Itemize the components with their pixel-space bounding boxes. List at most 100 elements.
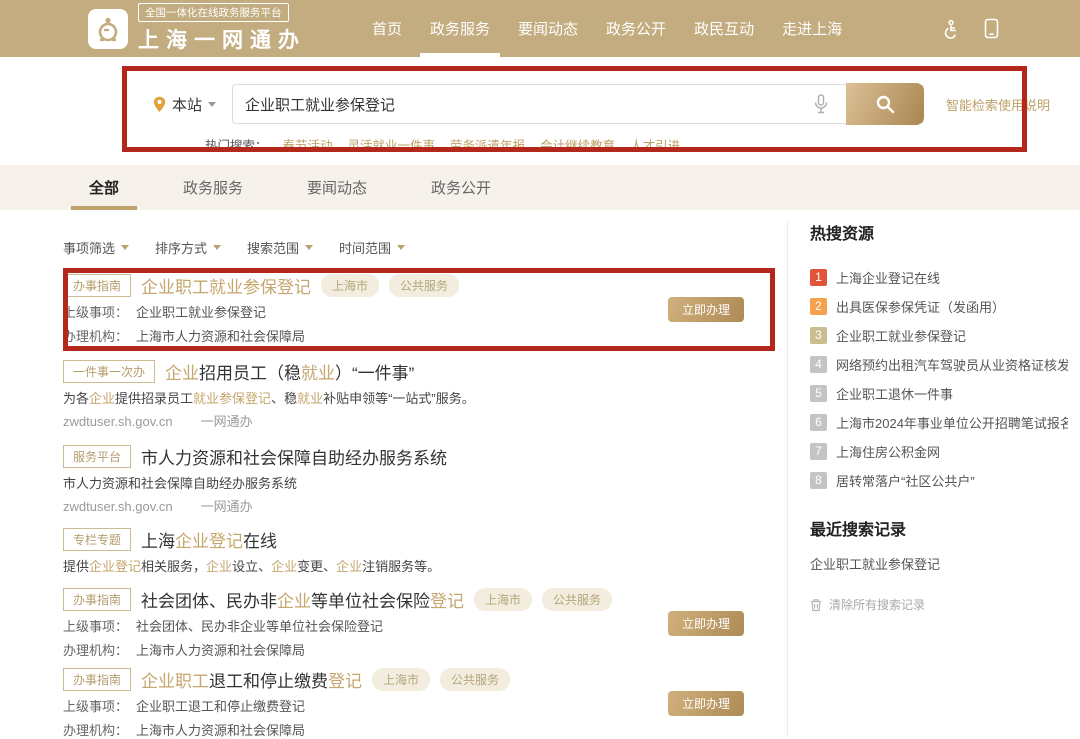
hot-resource-item[interactable]: 7 上海住房公积金网 (810, 437, 1068, 466)
mobile-icon[interactable] (984, 18, 999, 39)
result-type-badge: 办事指南 (63, 588, 131, 611)
recent-search-item[interactable]: 企业职工就业参保登记 (810, 554, 1068, 573)
filter-label: 事项筛选 (63, 238, 115, 257)
nav-item[interactable]: 首页 (358, 0, 416, 57)
nav-item[interactable]: 政民互动 (680, 0, 768, 57)
hot-resource-item[interactable]: 4网络预约出租汽车驾驶员从业资格证核发... (810, 350, 1068, 379)
microphone-icon[interactable] (804, 94, 838, 114)
results-list: 办事指南企业职工就业参保登记上海市公共服务上级事项：企业职工就业参保登记办理机构… (63, 273, 775, 739)
filter-dropdown[interactable]: 时间范围 (339, 238, 405, 257)
page: { "colors": { "header_bg": "#c3ac7f", "a… (0, 0, 1080, 736)
result-tag: 上海市 (321, 274, 379, 297)
result-title[interactable]: 企业职工就业参保登记 (141, 273, 311, 298)
main-nav: 首页政务服务要闻动态政务公开政民互动走进上海 (358, 0, 856, 57)
result-field-value: 社会团体、民办非企业等单位社会保险登记 (136, 619, 383, 634)
result-field: 办理机构：上海市人力资源和社会保障局 (63, 722, 775, 739)
result-field-label: 办理机构： (63, 329, 128, 344)
result-field-label: 办理机构： (63, 643, 128, 658)
result-field-value: 上海市人力资源和社会保障局 (136, 329, 305, 344)
result-title-row: 服务平台市人力资源和社会保障自助经办服务系统 (63, 444, 775, 468)
rank-badge: 4 (810, 356, 827, 373)
result-source-part: zwdtuser.sh.gov.cn (63, 413, 173, 430)
hot-resource-label: 上海企业登记在线 (836, 268, 940, 287)
main-content: 事项筛选 排序方式 搜索范围 时间范围 办事指南企业职工就业参保登记上海市公共服务上级… (0, 210, 787, 739)
hot-search-link[interactable]: 人才引进 (630, 135, 680, 154)
search-button[interactable] (846, 83, 924, 125)
hot-search-link[interactable]: 春节活动 (283, 135, 333, 154)
apply-now-button[interactable]: 立即办理 (668, 611, 744, 636)
filter-label: 搜索范围 (247, 238, 299, 257)
chevron-down-icon (213, 245, 221, 250)
smart-search-help-link[interactable]: 智能检索使用说明 (946, 95, 1050, 114)
tab[interactable]: 要闻动态 (303, 165, 371, 210)
tab[interactable]: 政务服务 (179, 165, 247, 210)
result-source: zwdtuser.sh.gov.cn一网通办 (63, 413, 775, 430)
site-logo[interactable]: 全国一体化在线政务服务平台 上海一网通办 (88, 3, 306, 54)
filter-dropdown[interactable]: 事项筛选 (63, 238, 129, 257)
accessibility-icon[interactable] (940, 19, 960, 39)
rank-badge: 7 (810, 443, 827, 460)
hot-resource-item[interactable]: 6上海市2024年事业单位公开招聘笔试报名 (810, 408, 1068, 437)
hot-resource-label: 企业职工退休一件事 (836, 384, 953, 403)
hot-resources-list: 1 上海企业登记在线 2出具医保参保凭证（发函用）3企业职工就业参保登记4网络预约出… (810, 263, 1068, 495)
rank-badge: 8 (810, 472, 827, 489)
result-description: 提供企业登记相关服务，企业设立、企业变更、企业注销服务等。 (63, 558, 775, 575)
result-title[interactable]: 市人力资源和社会保障自助经办服务系统 (141, 444, 447, 469)
tab[interactable]: 全部 (85, 165, 123, 210)
nav-item[interactable]: 走进上海 (768, 0, 856, 57)
recent-searches-list: 企业职工就业参保登记 (810, 554, 1068, 573)
search-result-item: 办事指南社会团体、民办非企业等单位社会保险登记上海市公共服务上级事项：社会团体、… (63, 587, 775, 659)
hot-resource-item[interactable]: 2出具医保参保凭证（发函用） (810, 292, 1068, 321)
apply-now-button[interactable]: 立即办理 (668, 691, 744, 716)
rank-badge: 3 (810, 327, 827, 344)
site-logo-text: 全国一体化在线政务服务平台 上海一网通办 (138, 3, 306, 54)
filter-label: 时间范围 (339, 238, 391, 257)
clear-search-history-button[interactable]: 清除所有搜索记录 (810, 596, 1068, 613)
hot-resource-item[interactable]: 3企业职工就业参保登记 (810, 321, 1068, 350)
result-title-row: 一件事一次办企业招用员工（稳就业）“一件事” (63, 359, 775, 383)
result-title[interactable]: 上海企业登记在线 (141, 527, 277, 552)
result-tag: 上海市 (372, 668, 430, 691)
search-scope-select[interactable]: 本站 (153, 94, 216, 115)
search-box (232, 84, 924, 124)
result-type-badge: 办事指南 (63, 274, 131, 297)
nav-item[interactable]: 政务公开 (592, 0, 680, 57)
hot-search-label: 热门搜索： (205, 135, 268, 154)
hot-search-link[interactable]: 劳务派遣年报 (450, 135, 525, 154)
result-type-badge: 办事指南 (63, 668, 131, 691)
result-title-row: 办事指南企业职工就业参保登记上海市公共服务 (63, 273, 775, 297)
chevron-down-icon (208, 102, 216, 107)
search-input[interactable] (233, 96, 804, 113)
result-tag: 上海市 (474, 588, 532, 611)
result-field: 办理机构： 上海市人力资源和社会保障局 (63, 642, 775, 659)
nav-item[interactable]: 政务服务 (416, 0, 504, 57)
apply-now-button[interactable]: 立即办理 (668, 297, 744, 322)
result-field: 办理机构： 上海市人力资源和社会保障局 (63, 328, 775, 345)
result-title-row: 办事指南社会团体、民办非企业等单位社会保险登记上海市公共服务 (63, 587, 775, 611)
hot-search-link[interactable]: 灵活就业一件事 (348, 135, 436, 154)
rank-badge: 1 (810, 269, 827, 286)
rank-badge: 5 (810, 385, 827, 402)
chevron-down-icon (121, 245, 129, 250)
hot-resource-item[interactable]: 8居转常落户“社区公共户” (810, 466, 1068, 495)
content-divider (787, 222, 788, 736)
result-description: 为各企业提供招录员工就业参保登记、稳就业补贴申领等“一站式”服务。 (63, 390, 775, 407)
result-title[interactable]: 企业招用员工（稳就业）“一件事” (165, 359, 414, 384)
result-title[interactable]: 社会团体、民办非企业等单位社会保险登记 (141, 587, 464, 612)
sidebar: 热搜资源 1上海企业登记在线2出具医保参保凭证（发函用）3企业职工就业参保登记4… (810, 225, 1068, 613)
hot-resource-item[interactable]: 1 上海企业登记在线 (810, 263, 1068, 292)
filter-dropdown[interactable]: 排序方式 (155, 238, 221, 257)
result-title[interactable]: 企业职工退工和停止缴费登记 (141, 667, 362, 692)
hot-resource-label: 上海住房公积金网 (836, 442, 940, 461)
result-field-value: 上海市人力资源和社会保障局 (136, 643, 305, 658)
hot-resource-item[interactable]: 5 企业职工退休一件事 (810, 379, 1068, 408)
tab[interactable]: 政务公开 (427, 165, 495, 210)
platform-label: 全国一体化在线政务服务平台 (138, 3, 289, 22)
nav-item[interactable]: 要闻动态 (504, 0, 592, 57)
hot-search-link[interactable]: 会计继续教育 (540, 135, 615, 154)
result-field-value: 企业职工就业参保登记 (136, 305, 266, 320)
result-type-badge: 专栏专题 (63, 528, 131, 551)
filter-dropdown[interactable]: 搜索范围 (247, 238, 313, 257)
result-source-part: 一网通办 (201, 498, 253, 515)
site-logo-icon (88, 9, 128, 49)
